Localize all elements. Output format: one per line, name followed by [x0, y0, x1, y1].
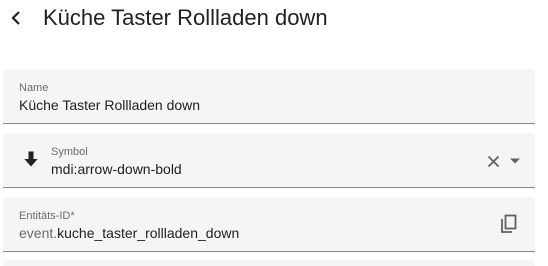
entity-id-prefix: event. [19, 225, 58, 241]
symbol-input[interactable]: mdi:arrow-down-bold [51, 161, 182, 177]
symbol-field-label: Symbol [51, 146, 88, 158]
menu-down-icon [510, 158, 520, 164]
chevron-left-icon [11, 11, 20, 25]
name-field-label: Name [19, 82, 49, 94]
clear-button[interactable] [481, 149, 505, 173]
name-input[interactable]: Küche Taster Rollladen down [19, 97, 200, 113]
entity-id-input[interactable]: kuche_taster_rollladen_down [57, 225, 239, 241]
arrow-down-bold-icon [24, 151, 38, 167]
name-field[interactable]: Name Küche Taster Rollladen down [3, 69, 535, 124]
dropdown-button[interactable] [503, 149, 527, 173]
copy-button[interactable] [497, 212, 521, 236]
entity-id-value: event.kuche_taster_rollladen_down [19, 225, 239, 241]
page-title: Küche Taster Rollladen down [43, 5, 328, 30]
content-copy-icon [501, 214, 517, 233]
entity-id-field-label: Entitäts-ID* [19, 210, 75, 222]
symbol-field[interactable]: Symbol mdi:arrow-down-bold [3, 133, 535, 188]
close-icon [487, 155, 499, 167]
next-field-partial [3, 260, 535, 266]
back-button[interactable] [4, 4, 28, 32]
dialog-header: Küche Taster Rollladen down [0, 0, 548, 36]
entity-id-field[interactable]: Entitäts-ID* event.kuche_taster_rolllade… [3, 197, 535, 252]
